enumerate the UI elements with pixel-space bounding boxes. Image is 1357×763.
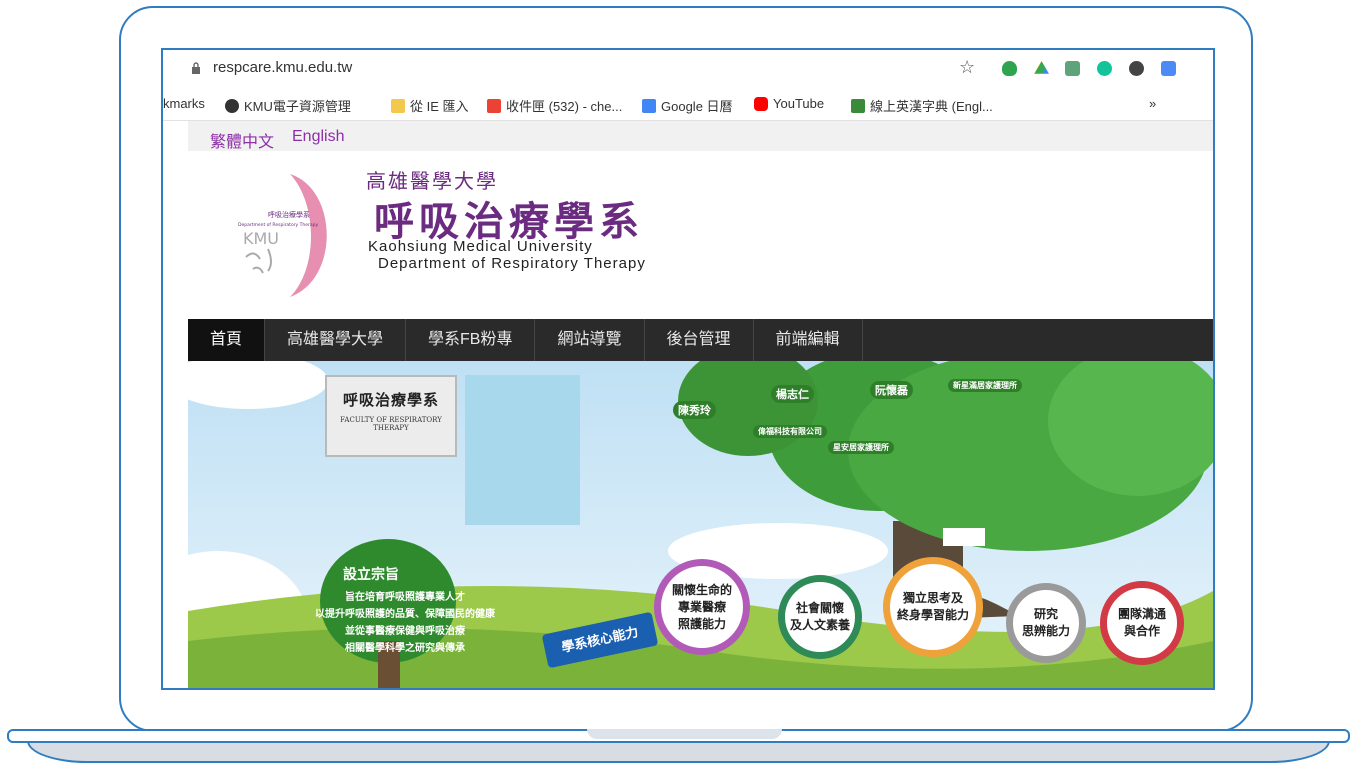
- competency-badge[interactable]: 關懷生命的 專業醫療 照護能力: [654, 559, 750, 655]
- lang-zh-link[interactable]: 繁體中文: [210, 128, 274, 152]
- site-header: 呼吸治療學系 Department of Respiratory Therapy…: [188, 151, 1213, 319]
- bookmarks-overflow[interactable]: »: [1149, 96, 1156, 111]
- bookmark-folder[interactable]: 從 IE 匯入: [391, 96, 469, 115]
- logo-kmu: KMU: [243, 229, 279, 248]
- competency-badge[interactable]: 獨立思考及 終身學習能力: [883, 557, 983, 657]
- bookmark-item[interactable]: KMU電子資源管理: [225, 96, 351, 115]
- language-bar: 繁體中文 English: [188, 121, 1213, 151]
- address-bar[interactable]: respcare.kmu.edu.tw ☆: [163, 50, 1213, 88]
- evernote-icon[interactable]: [1002, 61, 1017, 76]
- calendar-icon: [642, 98, 656, 113]
- folder-icon: [391, 98, 405, 113]
- laptop-base: [7, 729, 1350, 763]
- nav-fb[interactable]: 學系FB粉專: [406, 319, 536, 361]
- department-logo[interactable]: 呼吸治療學系 Department of Respiratory Therapy…: [228, 169, 348, 299]
- faculty-en: FACULTY OF RESPIRATORY THERAPY: [340, 416, 442, 432]
- faculty-title: 呼吸治療學系: [342, 391, 439, 409]
- logo-en: Department of Respiratory Therapy: [238, 222, 318, 228]
- bookmarks-bar: kmarks KMU電子資源管理 從 IE 匯入 收件匣 (532) - che…: [163, 88, 1213, 121]
- tree-leaf-label: 楊志仁: [771, 385, 814, 403]
- nav-kmu[interactable]: 高雄醫學大學: [265, 319, 407, 361]
- bookmark-item[interactable]: YouTube: [754, 96, 824, 111]
- lang-en-link[interactable]: English: [292, 128, 344, 146]
- window-panel: [465, 375, 580, 525]
- nav-frontend-edit[interactable]: 前端編輯: [754, 319, 863, 361]
- competency-badge[interactable]: 團隊溝通 與合作: [1100, 581, 1184, 665]
- google-translate-icon[interactable]: [1161, 61, 1176, 76]
- department-name-en: Department of Respiratory Therapy: [378, 255, 646, 272]
- extension-icon[interactable]: [1065, 61, 1080, 76]
- tree-leaf-label: 星安居家護理所: [828, 441, 894, 454]
- competency-badge[interactable]: 研究 思辨能力: [1006, 583, 1086, 663]
- logo-text: 呼吸治療學系: [268, 210, 310, 219]
- bookmark-item[interactable]: 收件匣 (532) - che...: [487, 96, 622, 115]
- bookmark-item[interactable]: 線上英漢字典 (Engl...: [851, 96, 993, 115]
- extension-icon[interactable]: [1129, 61, 1144, 76]
- competency-badge[interactable]: 社會關懷 及人文素養: [778, 575, 862, 659]
- nav-sitemap[interactable]: 網站導覽: [535, 319, 645, 361]
- laptop-notch: [587, 729, 782, 739]
- youtube-icon: [754, 96, 768, 111]
- faculty-plaque: 呼吸治療學系 FACULTY OF RESPIRATORY THERAPY: [325, 375, 457, 457]
- screen: respcare.kmu.edu.tw ☆ kmarks KMU電子資源管理 從…: [161, 48, 1215, 690]
- dictionary-icon: [851, 98, 865, 113]
- nav-home[interactable]: 首頁: [188, 319, 266, 361]
- hero-banner: 呼吸治療學系 FACULTY OF RESPIRATORY THERAPY 設立…: [188, 361, 1213, 688]
- lock-icon: [192, 62, 200, 74]
- url-text[interactable]: respcare.kmu.edu.tw: [213, 59, 352, 76]
- tree-leaf-label: 陳秀玲: [673, 401, 716, 419]
- main-nav: 首頁 高雄醫學大學 學系FB粉專 網站導覽 後台管理 前端編輯: [188, 319, 1213, 361]
- tree-leaf-label: 阮懷磊: [870, 381, 913, 399]
- gmail-icon: [487, 98, 501, 113]
- laptop-base-bottom: [27, 741, 1330, 763]
- tree-leaf-label: 新星滿居家護理所: [948, 379, 1022, 392]
- globe-icon: [225, 98, 239, 113]
- nav-admin[interactable]: 後台管理: [645, 319, 754, 361]
- mission-text: 旨在培育呼吸照護專業人才 以提升呼吸照護的品質、保障國民的健康 並從事醫療保健與…: [315, 592, 495, 654]
- bookmark-star-icon[interactable]: ☆: [959, 57, 975, 78]
- university-name-en: Kaohsiung Medical University: [368, 238, 593, 255]
- bookmark-item[interactable]: kmarks: [163, 96, 205, 111]
- mission-title: 設立宗旨: [343, 566, 399, 582]
- tree-leaf-label: 偉福科技有限公司: [753, 425, 827, 438]
- bookmark-item[interactable]: Google 日曆: [642, 96, 733, 115]
- google-drive-icon[interactable]: [1034, 61, 1049, 74]
- grammarly-icon[interactable]: [1097, 61, 1112, 76]
